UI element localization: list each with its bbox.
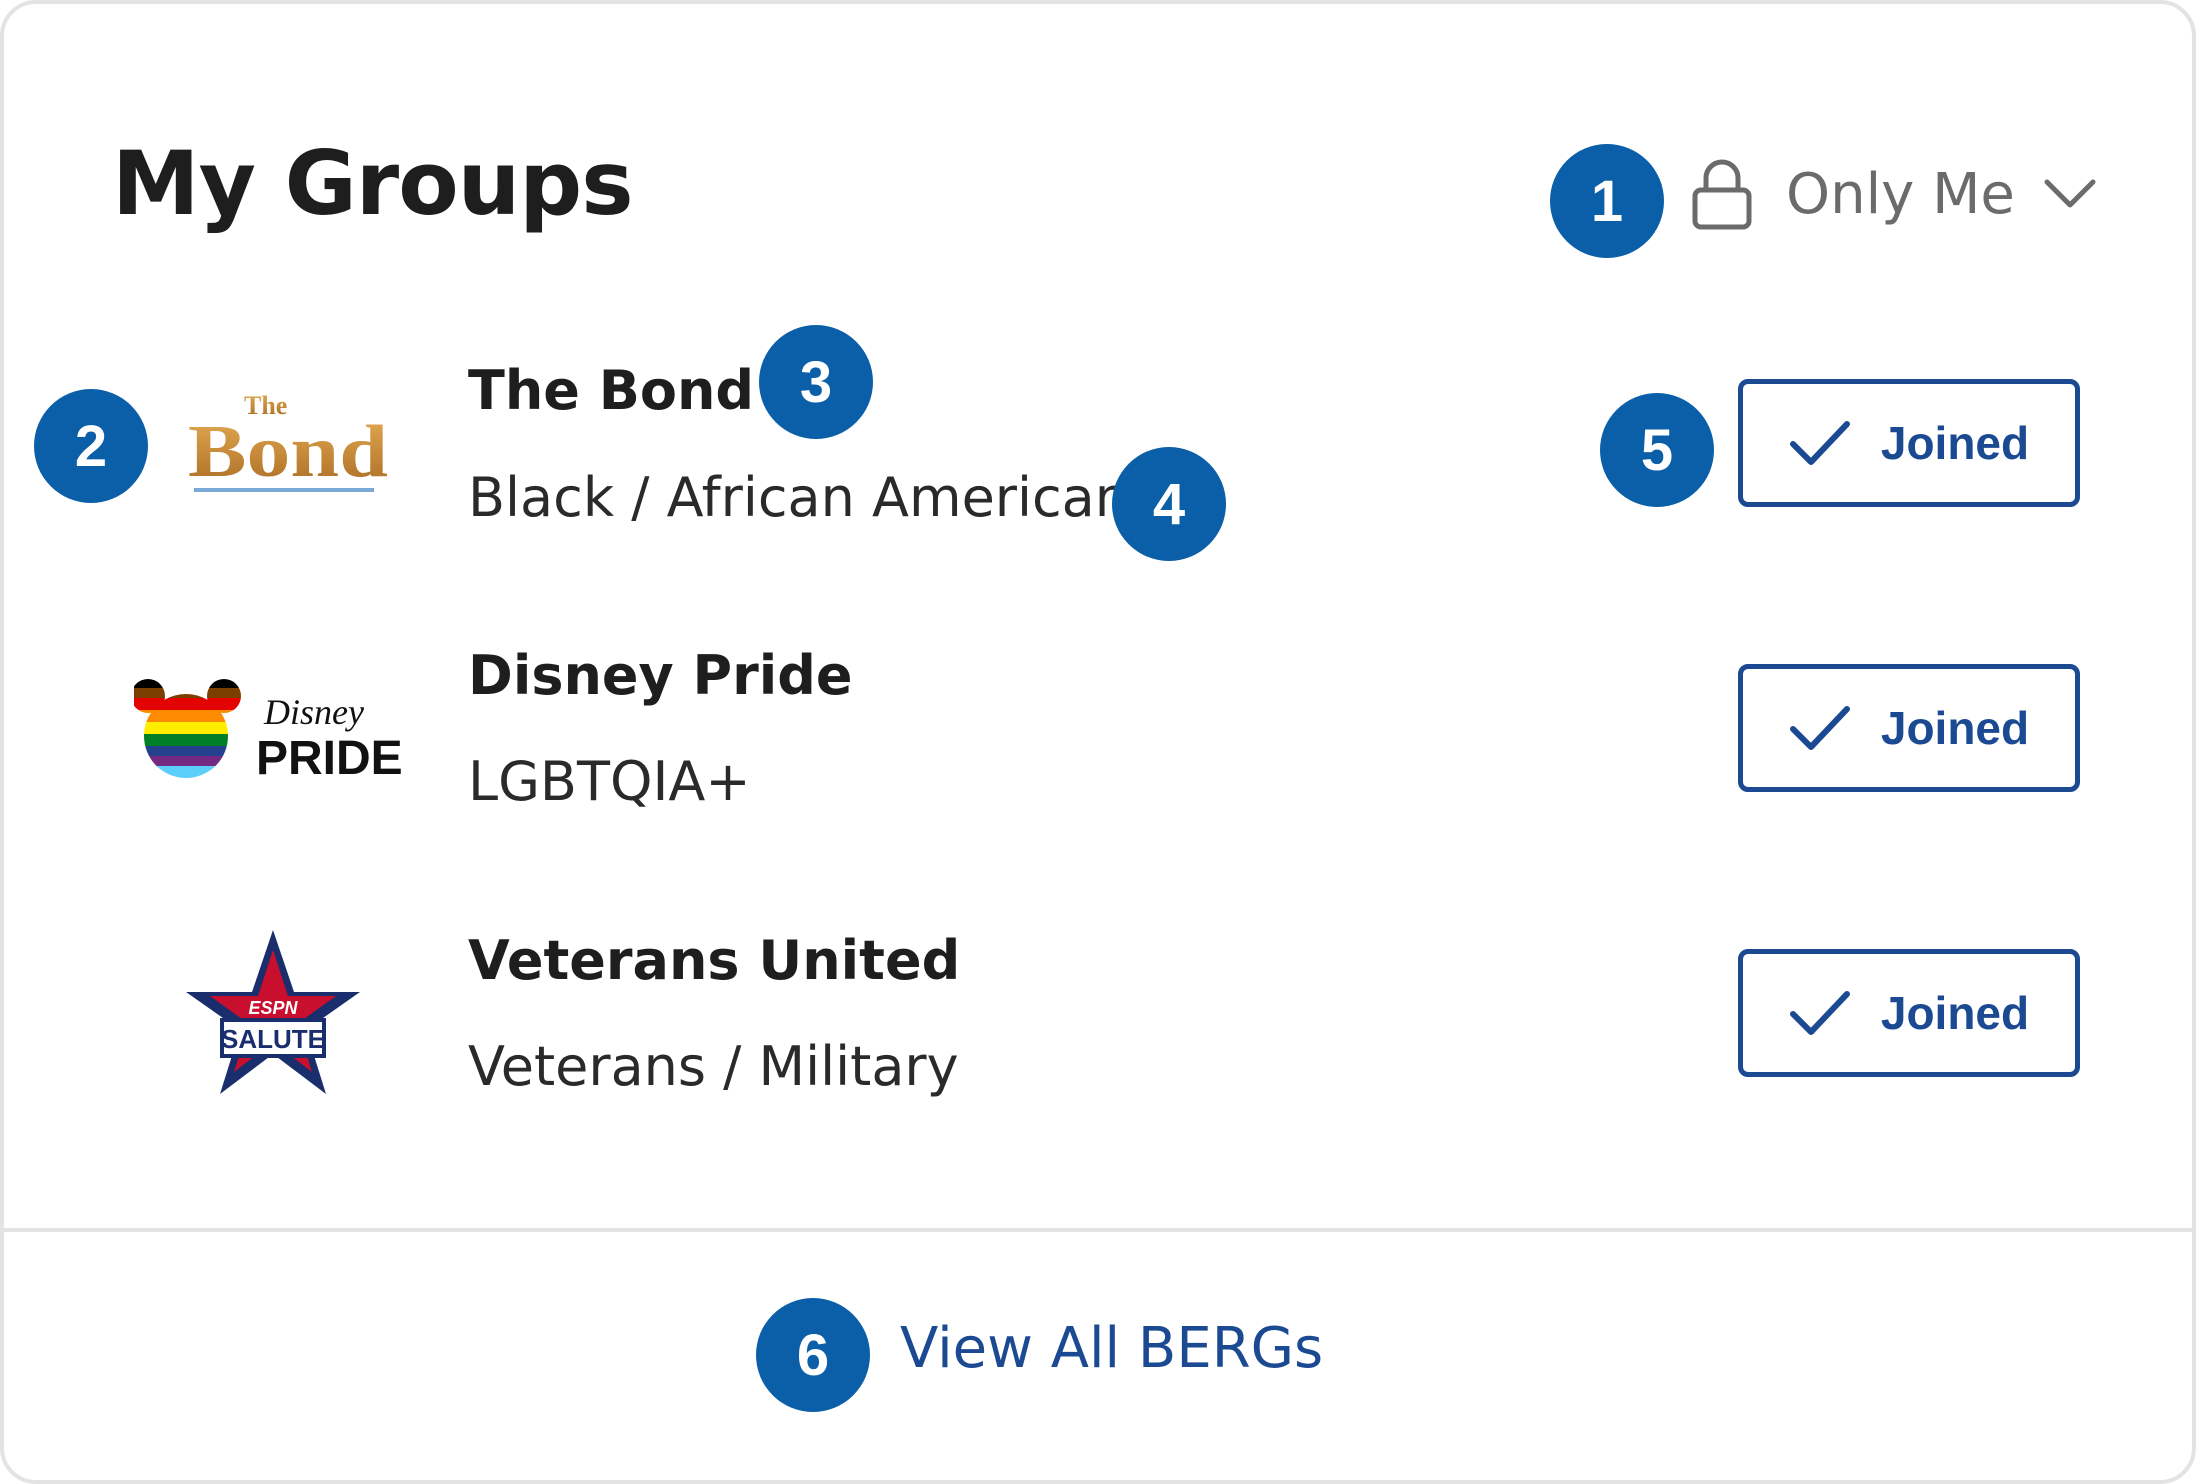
svg-text:Bond: Bond xyxy=(188,411,388,493)
svg-text:ESPN: ESPN xyxy=(248,998,298,1018)
page-title: My Groups xyxy=(112,132,634,235)
privacy-label: Only Me xyxy=(1786,161,2015,227)
group-category: Veterans / Military xyxy=(468,1035,959,1098)
joined-button[interactable]: Joined xyxy=(1738,379,2080,507)
annotation-marker-4: 4 xyxy=(1112,447,1226,561)
joined-label: Joined xyxy=(1880,987,2030,1039)
chevron-down-icon xyxy=(2044,179,2096,208)
group-name[interactable]: Veterans United xyxy=(468,929,960,992)
footer-divider xyxy=(4,1228,2192,1232)
joined-button[interactable]: Joined xyxy=(1738,664,2080,792)
group-name[interactable]: The Bond xyxy=(468,359,754,422)
joined-label: Joined xyxy=(1880,417,2030,469)
svg-text:SALUTE: SALUTE xyxy=(221,1024,325,1054)
check-icon xyxy=(1789,706,1850,750)
group-category: Black / African American xyxy=(468,466,1129,529)
annotation-marker-3: 3 xyxy=(759,325,873,439)
check-icon xyxy=(1789,421,1850,465)
check-icon xyxy=(1789,991,1850,1035)
joined-button[interactable]: Joined xyxy=(1738,949,2080,1077)
joined-label: Joined xyxy=(1880,702,2030,754)
lock-icon xyxy=(1692,159,1752,230)
my-groups-card: My Groups Only Me The Bond The Bond Blac… xyxy=(0,0,2196,1484)
group-category: LGBTQIA+ xyxy=(468,750,751,813)
svg-text:Disney: Disney xyxy=(263,692,364,732)
disney-pride-logo: Disney PRIDE xyxy=(134,679,403,782)
the-bond-logo: The Bond xyxy=(188,391,388,493)
annotation-marker-2: 2 xyxy=(34,389,148,503)
group-name[interactable]: Disney Pride xyxy=(468,644,853,707)
espn-salute-logo: SALUTE ESPN xyxy=(186,930,360,1094)
annotation-marker-1: 1 xyxy=(1550,144,1664,258)
annotation-marker-5: 5 xyxy=(1600,393,1714,507)
annotation-marker-6: 6 xyxy=(756,1298,870,1412)
view-all-bergs-link[interactable]: View All BERGs xyxy=(900,1316,1323,1381)
privacy-dropdown[interactable]: Only Me xyxy=(1692,154,2097,234)
svg-text:PRIDE: PRIDE xyxy=(256,732,403,782)
